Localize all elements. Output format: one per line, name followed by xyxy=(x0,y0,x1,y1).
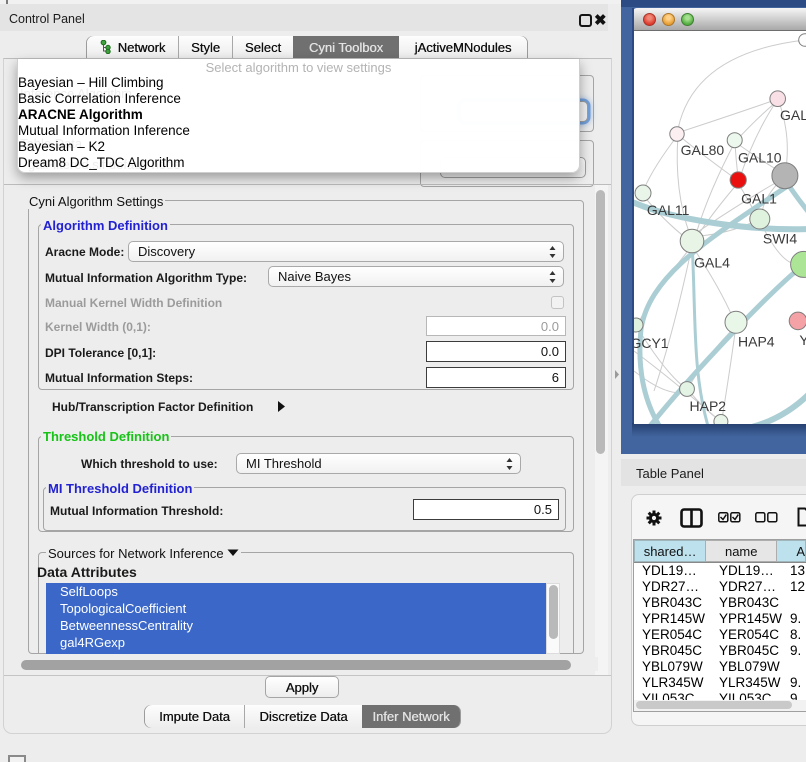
svg-text:GAL11: GAL11 xyxy=(647,202,690,218)
svg-text:GAL4: GAL4 xyxy=(694,254,730,270)
svg-text:GCY1: GCY1 xyxy=(634,335,669,351)
svg-text:HAP2: HAP2 xyxy=(690,398,727,414)
svg-text:GAL10: GAL10 xyxy=(738,150,782,166)
svg-text:GAL80: GAL80 xyxy=(681,142,725,158)
svg-text:YM: YM xyxy=(799,332,806,348)
svg-text:GAL7: GAL7 xyxy=(780,107,806,123)
svg-text:SWI4: SWI4 xyxy=(763,231,797,247)
svg-text:HAP4: HAP4 xyxy=(738,333,775,349)
svg-text:GAL1: GAL1 xyxy=(741,191,777,207)
